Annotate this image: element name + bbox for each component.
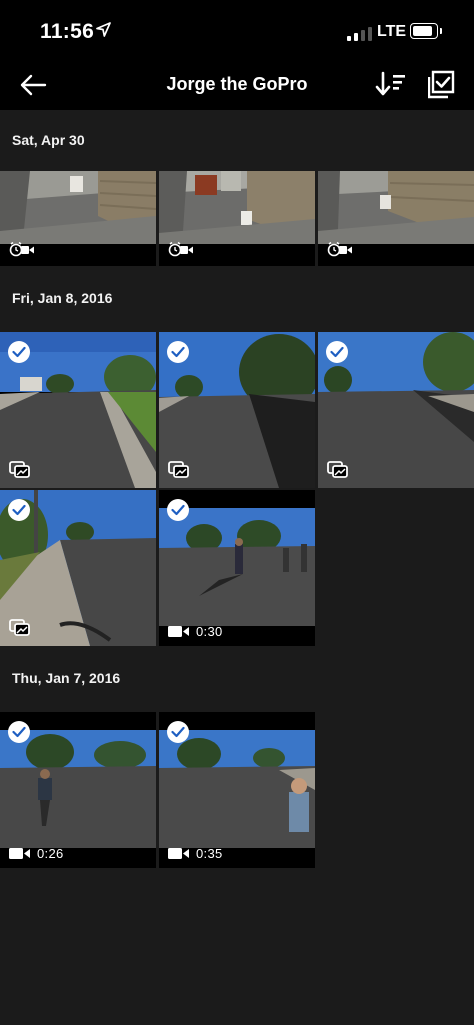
selected-check-icon[interactable] bbox=[167, 499, 189, 521]
thumbnail-image bbox=[318, 171, 474, 244]
media-tile[interactable]: 0:30 bbox=[159, 490, 315, 646]
media-tile[interactable] bbox=[318, 332, 474, 488]
media-tile[interactable]: 0:26 bbox=[0, 712, 156, 868]
thumbnail-image bbox=[159, 508, 315, 626]
video-camera-icon bbox=[168, 626, 189, 637]
select-all-icon[interactable] bbox=[428, 69, 456, 99]
video-duration-label: 0:30 bbox=[196, 624, 223, 639]
media-tile[interactable] bbox=[0, 332, 156, 488]
video-camera-icon bbox=[9, 848, 30, 859]
selected-check-icon[interactable] bbox=[167, 721, 189, 743]
photo-burst-icon bbox=[168, 461, 189, 478]
media-tile[interactable] bbox=[0, 490, 156, 646]
selected-check-icon[interactable] bbox=[8, 721, 30, 743]
media-tile[interactable] bbox=[318, 171, 474, 266]
selected-check-icon[interactable] bbox=[167, 341, 189, 363]
section-date: Fri, Jan 8, 2016 bbox=[12, 290, 113, 306]
photo-burst-icon bbox=[9, 461, 30, 478]
video-duration: 0:35 bbox=[168, 846, 223, 861]
video-camera-icon bbox=[168, 848, 189, 859]
video-duration-label: 0:35 bbox=[196, 846, 223, 861]
sort-descending-icon[interactable] bbox=[374, 70, 406, 98]
selected-check-icon[interactable] bbox=[326, 341, 348, 363]
cellular-signal-icon bbox=[347, 27, 372, 41]
location-arrow-icon bbox=[96, 22, 111, 37]
video-duration: 0:26 bbox=[9, 846, 64, 861]
timelapse-video-icon bbox=[168, 241, 193, 257]
media-grid: Sat, Apr 30 Fri, Jan 8, 2016 0:30 Thu, J… bbox=[0, 110, 474, 1025]
photo-burst-icon bbox=[9, 619, 30, 636]
selected-check-icon[interactable] bbox=[8, 341, 30, 363]
section-date: Thu, Jan 7, 2016 bbox=[12, 670, 121, 686]
thumbnail-image bbox=[159, 171, 315, 244]
media-tile[interactable] bbox=[0, 171, 156, 266]
battery-icon bbox=[410, 23, 442, 39]
nav-bar: Jorge the GoPro bbox=[0, 60, 474, 110]
media-tile[interactable] bbox=[159, 171, 315, 266]
selected-check-icon[interactable] bbox=[8, 499, 30, 521]
thumbnail-image bbox=[0, 171, 156, 244]
status-bar: 11:56 LTE bbox=[0, 0, 474, 60]
timelapse-video-icon bbox=[327, 241, 352, 257]
section-date: Sat, Apr 30 bbox=[12, 132, 85, 148]
video-duration: 0:30 bbox=[168, 624, 223, 639]
status-time: 11:56 bbox=[40, 20, 95, 43]
photo-burst-icon bbox=[327, 461, 348, 478]
video-duration-label: 0:26 bbox=[37, 846, 64, 861]
thumbnail-image bbox=[0, 730, 156, 848]
timelapse-video-icon bbox=[9, 241, 34, 257]
media-tile[interactable]: 0:35 bbox=[159, 712, 315, 868]
media-tile[interactable] bbox=[159, 332, 315, 488]
network-type-label: LTE bbox=[377, 23, 407, 40]
thumbnail-image bbox=[159, 730, 315, 848]
